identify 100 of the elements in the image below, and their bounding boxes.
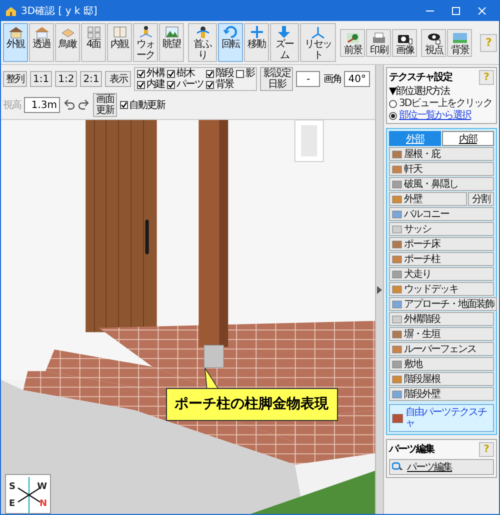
checkbox-label: 自動更新 xyxy=(129,98,165,112)
ratio-button[interactable]: 1:1 xyxy=(30,71,52,87)
swatch-icon xyxy=(392,150,402,158)
part-button[interactable]: サッシ xyxy=(389,222,494,236)
swatch-icon xyxy=(392,164,402,174)
toolbar-button[interactable]: ウォーク xyxy=(133,23,158,62)
shadow-field[interactable]: - xyxy=(296,71,320,87)
house-icon xyxy=(34,25,50,39)
toolbar-button[interactable]: ズーム xyxy=(270,23,299,62)
radio-button[interactable] xyxy=(389,112,397,120)
part-button[interactable]: 軒天 xyxy=(389,162,494,176)
check-icon xyxy=(121,102,127,108)
display-button[interactable]: 表示 xyxy=(105,71,132,87)
part-button[interactable]: ウッドデッキ xyxy=(389,282,494,296)
swatch-icon xyxy=(392,300,402,308)
checkbox[interactable] xyxy=(206,70,214,78)
swatch-icon xyxy=(392,240,402,248)
tab[interactable]: 外部 xyxy=(389,131,441,146)
part-button[interactable]: 外構階段 xyxy=(389,312,494,326)
zoom-icon xyxy=(276,25,292,39)
checkbox-label: 樹木 xyxy=(176,68,194,79)
toolbar-button[interactable]: 移動 xyxy=(244,23,270,62)
toolbar-button[interactable]: 外観 xyxy=(3,23,28,62)
toolbar-button[interactable]: リセット xyxy=(300,23,336,62)
tree-icon xyxy=(344,30,361,44)
free-parts-button[interactable]: 自由パーツテクスチャ xyxy=(389,404,494,432)
height-field[interactable]: 1.3m xyxy=(24,97,60,113)
part-button[interactable]: 塀・生垣 xyxy=(389,327,494,341)
compass-label: S xyxy=(9,483,16,492)
swatch-icon xyxy=(392,284,402,294)
refresh-button[interactable]: 画面 更新 xyxy=(93,93,117,117)
angle-label: 画角 xyxy=(323,72,342,86)
shadow-button[interactable]: 影設定 日影 xyxy=(260,67,294,91)
checkbox-label: 影 xyxy=(245,68,254,79)
compass-label: W xyxy=(37,483,47,492)
checkbox[interactable] xyxy=(236,70,244,78)
swatch-icon xyxy=(392,390,402,398)
angle-field[interactable]: 40° xyxy=(344,71,370,87)
tab[interactable]: 内部 xyxy=(442,131,494,146)
checkbox[interactable] xyxy=(206,80,214,88)
landscape-icon xyxy=(452,30,468,44)
checkbox[interactable] xyxy=(137,70,146,78)
part-button[interactable]: 階段外壁 xyxy=(389,387,494,401)
toolbar-button[interactable]: 画像 xyxy=(392,28,418,56)
maximize-icon[interactable] xyxy=(451,6,461,16)
toolbar-button[interactable]: 背景 xyxy=(447,28,472,56)
part-button[interactable]: 階段屋根 xyxy=(389,372,494,386)
swatch-icon xyxy=(392,344,402,354)
checkbox[interactable] xyxy=(167,80,176,88)
toolbar-button[interactable]: 4面 xyxy=(81,23,106,62)
part-button[interactable]: バルコニー xyxy=(389,207,494,221)
window-title: 3D確認 [ y k 邸] xyxy=(21,4,98,18)
ratio-button[interactable]: 2:1 xyxy=(80,71,102,87)
split-button[interactable]: 分割 xyxy=(468,192,494,206)
toolbar-button[interactable]: 視点 xyxy=(421,28,446,56)
part-button[interactable]: ポーチ柱 xyxy=(389,252,494,266)
swatch-icon xyxy=(392,194,402,204)
checkbox-label: 階段 xyxy=(215,68,234,79)
rotate-icon xyxy=(222,25,239,39)
compass-label: E xyxy=(9,500,16,509)
part-button[interactable]: 屋根・庇 xyxy=(389,147,494,161)
axes-icon xyxy=(310,25,326,39)
part-button[interactable]: ルーバーフェンス xyxy=(389,342,494,356)
room-icon xyxy=(112,25,128,39)
part-button[interactable]: アプローチ・地面装飾 xyxy=(389,297,497,311)
checkbox-label: 内建 xyxy=(146,79,164,90)
ratio-button[interactable]: 1:2 xyxy=(55,71,78,87)
pointer-icon xyxy=(392,462,404,472)
undo-icon[interactable] xyxy=(63,99,75,111)
toolbar-button[interactable]: 透過 xyxy=(29,23,54,62)
checkbox[interactable] xyxy=(120,101,128,109)
redo-icon[interactable] xyxy=(78,99,90,111)
align-button[interactable]: 整列 xyxy=(3,71,27,87)
toolbar-button[interactable]: 内観 xyxy=(107,23,132,62)
swatch-icon xyxy=(392,210,402,218)
swatch-icon xyxy=(392,330,402,338)
checkbox[interactable] xyxy=(137,80,146,88)
radio-button[interactable] xyxy=(389,100,397,108)
toolbar-button[interactable]: 印刷 xyxy=(366,28,392,56)
part-button[interactable]: 外壁 xyxy=(389,192,467,206)
person-icon xyxy=(194,25,211,39)
part-button[interactable]: ポーチ床 xyxy=(389,237,494,251)
checkbox[interactable] xyxy=(167,70,176,78)
part-button[interactable]: 犬走り xyxy=(389,267,494,281)
part-button[interactable]: 破風・鼻隠し xyxy=(389,177,494,191)
section-label: ▼部位選択方法 xyxy=(389,86,452,97)
callout-label: ポーチ柱の柱脚金物表現 xyxy=(166,388,338,421)
radio-label: 部位一覧から選択 xyxy=(399,110,471,121)
checkbox-label: 外構 xyxy=(146,68,164,79)
swatch-icon xyxy=(392,374,402,384)
toolbar-button[interactable]: 首ふり xyxy=(188,23,218,62)
toolbar-button[interactable]: 鳥瞰 xyxy=(55,23,80,62)
swatch-icon xyxy=(392,254,402,264)
close-icon[interactable] xyxy=(477,6,487,16)
toolbar-button[interactable]: 眺望 xyxy=(159,23,184,62)
toolbar-button[interactable]: 回転 xyxy=(218,23,244,62)
swatch-icon xyxy=(392,224,402,234)
toolbar-button[interactable]: 前景 xyxy=(340,28,366,56)
parts-edit-button[interactable]: パーツ編集 xyxy=(389,459,494,475)
part-button[interactable]: 敷地 xyxy=(389,357,494,371)
